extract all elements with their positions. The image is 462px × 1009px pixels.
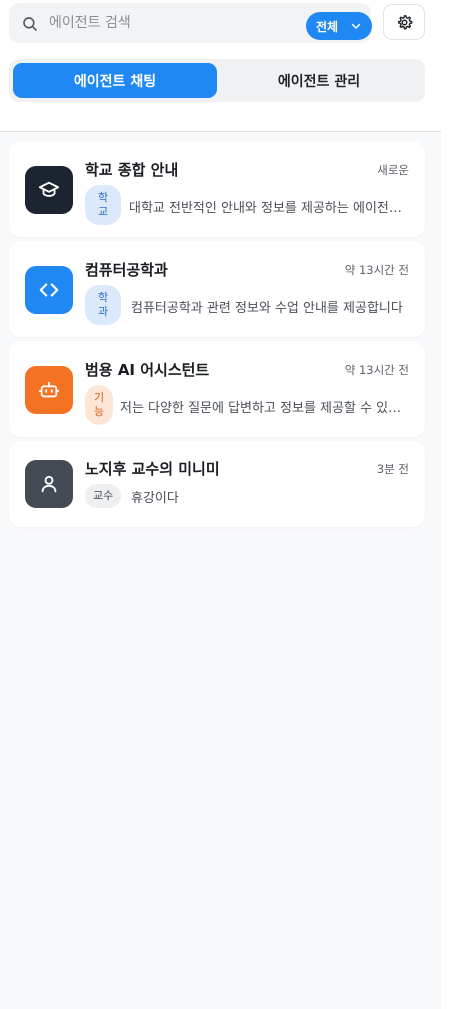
gear-icon xyxy=(397,15,413,30)
code-icon xyxy=(39,283,59,297)
agent-card[interactable]: 노지후 교수의 미니미 3분 전 교수 휴강이다 xyxy=(9,441,425,527)
user-icon xyxy=(41,475,57,493)
agent-card[interactable]: 범용 AI 어시스턴트 약 13시간 전 기능 저는 다양한 질문에 답변하고 … xyxy=(9,341,425,437)
search-input[interactable] xyxy=(49,3,289,43)
agent-category-badge: 교수 xyxy=(85,484,122,508)
agent-title: 학교 종합 안내 xyxy=(85,161,179,179)
agent-title: 노지후 교수의 미니미 xyxy=(85,460,220,478)
tab-agent-management[interactable]: 에이전트 관리 xyxy=(217,63,421,98)
agent-time: 3분 전 xyxy=(376,462,409,476)
agent-card[interactable]: 학교 종합 안내 새로운 학교 대학교 전반적인 안내와 정보를 제공하는 에이… xyxy=(9,141,425,237)
tab-agent-chat[interactable]: 에이전트 채팅 xyxy=(13,63,217,98)
agent-card[interactable]: 컴퓨터공학과 약 13시간 전 학과 컴퓨터공학과 관련 정보와 수업 안내를 … xyxy=(9,241,425,337)
chevron-down-icon xyxy=(351,23,361,29)
agent-category-badge: 학과 xyxy=(85,285,121,325)
agent-time: 새로운 xyxy=(377,163,409,177)
filter-label: 전체 xyxy=(316,19,339,34)
graduation-cap-icon xyxy=(38,181,60,197)
top-bar: 전체 에이전트 채팅 에이전트 관리 xyxy=(0,0,441,132)
agent-time: 약 13시간 전 xyxy=(344,363,409,377)
agent-title: 범용 AI 어시스턴트 xyxy=(85,361,210,379)
agent-description: 대학교 전반적인 안내와 정보를 제공하는 에이전트입니다 xyxy=(129,201,409,216)
agent-title: 컴퓨터공학과 xyxy=(85,261,168,279)
tab-bar: 에이전트 채팅 에이전트 관리 xyxy=(9,59,425,102)
right-edge-strip xyxy=(441,0,462,1009)
agent-avatar xyxy=(25,460,73,508)
agent-avatar xyxy=(25,366,73,414)
filter-dropdown-button[interactable]: 전체 xyxy=(306,12,372,40)
agent-category-badge: 학교 xyxy=(85,185,121,225)
agent-avatar xyxy=(25,266,73,314)
agent-description: 컴퓨터공학과 관련 정보와 수업 안내를 제공합니다 xyxy=(131,301,403,316)
agent-description: 휴강이다 xyxy=(131,491,179,506)
agent-time: 약 13시간 전 xyxy=(344,263,409,277)
settings-button[interactable] xyxy=(383,4,425,40)
robot-icon xyxy=(38,381,60,398)
agent-description: 저는 다양한 질문에 답변하고 정보를 제공할 수 있습니다 xyxy=(120,401,409,416)
agent-avatar xyxy=(25,166,73,214)
search-icon xyxy=(23,17,37,31)
search-bar: 전체 xyxy=(9,3,372,43)
agent-category-badge: 기능 xyxy=(85,385,113,425)
